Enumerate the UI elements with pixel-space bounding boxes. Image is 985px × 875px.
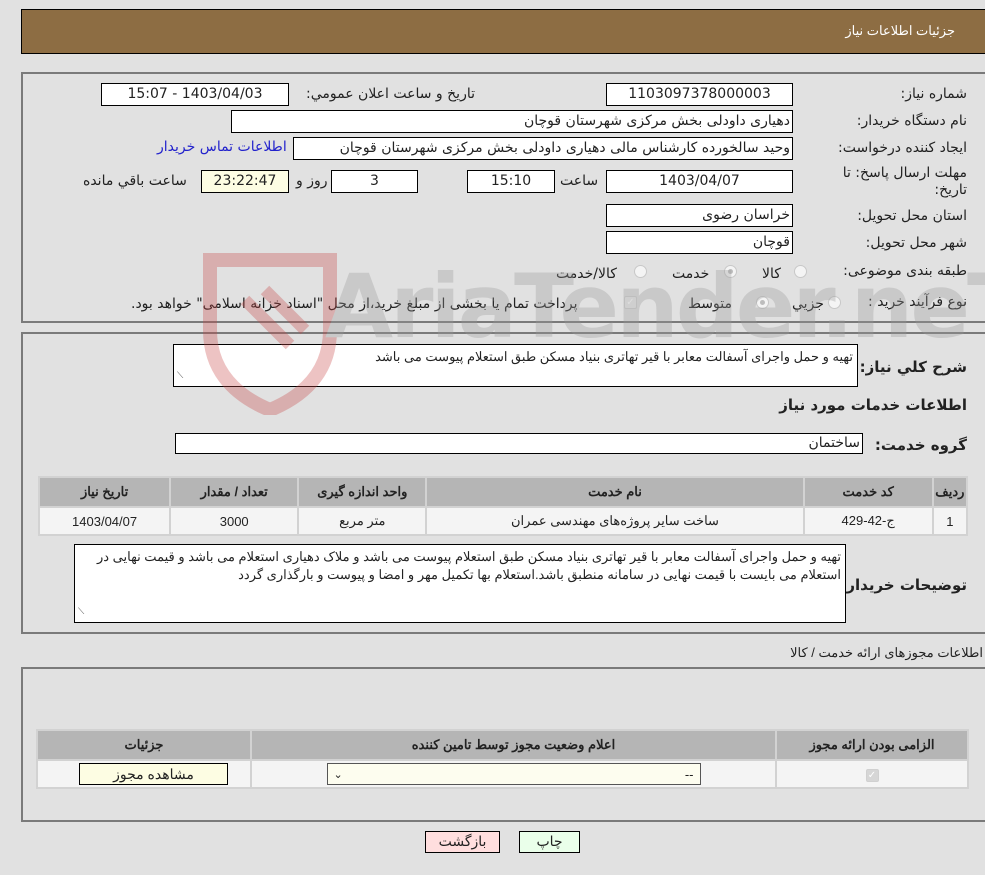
permit-required-checkbox[interactable]: ✓ — [865, 769, 879, 782]
col-service-code: کد خدمت — [804, 478, 932, 506]
chevron-down-icon: ⌄ — [333, 768, 343, 781]
category-radio-goods[interactable] — [794, 265, 807, 278]
city-field: قوچان — [606, 231, 793, 254]
days-remaining-field: 3 — [331, 170, 418, 193]
col-permit-details: جزئیات — [38, 731, 250, 759]
page-title: جزئیات اطلاعات نیاز — [845, 23, 955, 38]
buyer-notes-text: تهیه و حمل واجرای آسفالت معابر با قیر ته… — [96, 549, 841, 582]
process-radio-minor[interactable] — [828, 296, 841, 309]
deadline-time-field: 15:10 — [467, 170, 555, 193]
buyer-notes-textarea[interactable]: تهیه و حمل واجرای آسفالت معابر با قیر ته… — [74, 544, 846, 623]
announce-field: 1403/04/03 - 15:07 — [101, 83, 289, 106]
services-heading: اطلاعات خدمات مورد نياز — [779, 396, 967, 414]
process-option-minor: جزيي — [792, 296, 824, 312]
view-permit-button[interactable]: مشاهده مجوز — [79, 763, 228, 785]
requester-label: ایجاد کننده درخواست: — [838, 140, 967, 156]
permits-table: الزامی بودن ارائه مجوز اعلام وضعیت مجوز … — [36, 729, 969, 789]
cell-permit-required: ✓ — [777, 761, 967, 787]
need-number-label: شماره نیاز: — [900, 86, 968, 102]
time-remaining-label: ساعت باقي مانده — [83, 173, 187, 189]
permit-status-value: -- — [684, 766, 694, 782]
page-header: جزئیات اطلاعات نیاز — [21, 9, 985, 54]
buyer-org-label: نام دستگاه خریدار: — [856, 113, 967, 129]
col-unit: واحد اندازه گیری — [299, 478, 426, 506]
cell-row-number: 1 — [933, 508, 966, 534]
deadline-date-field: 1403/04/07 — [606, 170, 793, 193]
buyer-notes-label: توضیحات خریدار: — [840, 576, 967, 594]
announce-label: تاریخ و ساعت اعلان عمومي: — [306, 86, 475, 102]
deadline-time-label: ساعت — [560, 173, 599, 189]
col-need-date: تاریخ نیاز — [40, 478, 170, 506]
province-field: خراسان رضوی — [606, 204, 793, 227]
time-remaining-field: 23:22:47 — [201, 170, 289, 193]
treasury-checkbox[interactable]: ✓ — [624, 296, 637, 309]
service-group-label: گروه خدمت: — [874, 436, 967, 454]
category-radio-service[interactable] — [724, 265, 737, 278]
resize-grip-icon[interactable]: ⟋ — [78, 602, 84, 620]
col-row-number: ردیف — [933, 478, 966, 506]
city-label: شهر محل تحویل: — [865, 235, 967, 251]
permit-status-select[interactable]: -- ⌄ — [326, 763, 701, 785]
back-button[interactable]: بازگشت — [425, 831, 500, 853]
description-label: شرح کلي نياز: — [859, 358, 967, 376]
cell-permit-details: مشاهده مجوز — [38, 761, 250, 787]
category-option-service: خدمت — [672, 266, 710, 282]
description-text: تهیه و حمل واجرای آسفالت معابر با قیر ته… — [375, 349, 853, 364]
cell-service-name: ساخت سایر پروژه‌های مهندسی عمران — [427, 508, 803, 534]
services-table: ردیف کد خدمت نام خدمت واحد اندازه گیری ت… — [38, 476, 968, 536]
process-option-medium: متوسط — [688, 296, 732, 312]
province-label: استان محل تحویل: — [857, 208, 967, 224]
category-radio-goods-service[interactable] — [634, 265, 647, 278]
cell-permit-status: -- ⌄ — [252, 761, 775, 787]
treasury-checkbox-label: پرداخت تمام یا بخشی از مبلغ خرید،از محل … — [131, 296, 578, 312]
table-row: 1 ج-42-429 ساخت سایر پروژه‌های مهندسی عم… — [40, 508, 966, 534]
category-option-goods: کالا — [762, 266, 781, 282]
cell-unit: متر مربع — [299, 508, 426, 534]
col-quantity: تعداد / مقدار — [171, 478, 298, 506]
deadline-label: مهلت ارسال پاسخ: تا تاریخ: — [842, 165, 967, 198]
category-option-goods-service: کالا/خدمت — [556, 266, 617, 282]
service-group-field: ساختمان — [175, 433, 863, 454]
permits-table-header: الزامی بودن ارائه مجوز اعلام وضعیت مجوز … — [38, 731, 967, 759]
need-number-field: 1103097378000003 — [606, 83, 793, 106]
cell-need-date: 1403/04/07 — [40, 508, 170, 534]
col-permit-status: اعلام وضعیت مجوز توسط تامین کننده — [252, 731, 775, 759]
permits-section-title: اطلاعات مجوزهای ارائه خدمت / کالا — [790, 645, 983, 660]
requester-field: وحید سالخورده کارشناس مالی دهیاری داودلی… — [293, 137, 793, 160]
days-label: روز و — [296, 173, 328, 189]
buyer-org-field: دهیاری داودلی بخش مرکزی شهرستان قوچان — [231, 110, 793, 133]
print-button[interactable]: چاپ — [519, 831, 580, 853]
cell-quantity: 3000 — [171, 508, 298, 534]
category-label: طبقه بندی موضوعی: — [843, 263, 967, 279]
col-service-name: نام خدمت — [427, 478, 803, 506]
description-textarea[interactable]: تهیه و حمل واجرای آسفالت معابر با قیر ته… — [173, 344, 858, 387]
table-row: ✓ -- ⌄ مشاهده مجوز — [38, 761, 967, 787]
process-label: نوع فرآیند خرید : — [868, 294, 967, 310]
process-radio-medium[interactable] — [756, 296, 769, 309]
resize-grip-icon[interactable]: ⟋ — [177, 366, 183, 384]
services-table-header: ردیف کد خدمت نام خدمت واحد اندازه گیری ت… — [40, 478, 966, 506]
cell-service-code: ج-42-429 — [804, 508, 932, 534]
buyer-contact-link[interactable]: اطلاعات تماس خریدار — [157, 139, 287, 155]
col-permit-required: الزامی بودن ارائه مجوز — [777, 731, 967, 759]
